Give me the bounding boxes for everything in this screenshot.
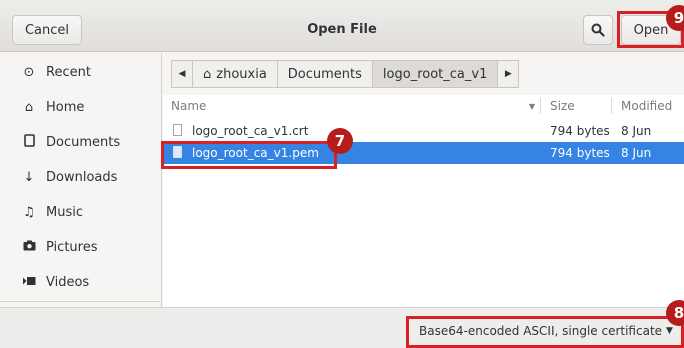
file-modified: 8 Jun xyxy=(621,146,652,160)
path-crumb-home[interactable]: ⌂ zhouxia xyxy=(192,60,278,88)
search-button[interactable] xyxy=(583,15,613,45)
path-crumb-label: logo_root_ca_v1 xyxy=(382,66,488,82)
highlight-selected-file xyxy=(161,141,337,169)
file-icon xyxy=(173,124,182,136)
file-list: Name ▼ Size Modified logo_root_ca_v1.crt… xyxy=(163,95,684,307)
places-sidebar: ⊙ Recent ⌂ Home Documents ↓ Downloads ♫ … xyxy=(0,53,162,307)
column-header-size[interactable]: Size xyxy=(550,95,610,117)
clock-icon: ⊙ xyxy=(23,64,35,80)
file-row[interactable]: logo_root_ca_v1.crt 794 bytes 8 Jun xyxy=(163,120,684,142)
path-crumb-label: zhouxia xyxy=(216,66,267,82)
sidebar-item-downloads[interactable]: ↓ Downloads xyxy=(0,160,160,194)
download-icon: ↓ xyxy=(23,169,35,185)
column-header-modified[interactable]: Modified xyxy=(621,95,684,117)
home-icon: ⌂ xyxy=(203,66,212,82)
sort-down-icon: ▼ xyxy=(528,101,535,111)
music-icon: ♫ xyxy=(23,204,35,220)
file-size: 794 bytes xyxy=(550,146,610,160)
path-bar: ◀ ⌂ zhouxia Documents logo_root_ca_v1 ▶ xyxy=(171,60,520,88)
sidebar-item-videos[interactable]: Videos xyxy=(0,265,160,299)
sidebar-item-pictures[interactable]: Pictures xyxy=(0,230,160,264)
sidebar-item-documents[interactable]: Documents xyxy=(0,125,160,159)
search-icon xyxy=(591,23,605,37)
annotation-badge-7: 7 xyxy=(327,128,353,154)
path-forward-button[interactable]: ▶ xyxy=(497,60,520,88)
sidebar-item-label: Downloads xyxy=(46,169,118,185)
column-divider xyxy=(611,98,612,114)
highlight-file-type-filter xyxy=(406,316,684,348)
sidebar-item-label: Pictures xyxy=(46,239,98,255)
camera-icon xyxy=(20,240,38,255)
column-divider xyxy=(540,98,541,114)
sidebar-item-label: Videos xyxy=(46,274,90,290)
sidebar-item-music[interactable]: ♫ Music xyxy=(0,195,160,229)
path-crumb-documents[interactable]: Documents xyxy=(276,60,373,88)
path-crumb-label: Documents xyxy=(287,66,362,82)
sidebar-item-recent[interactable]: ⊙ Recent xyxy=(0,55,160,89)
dialog-title: Open File xyxy=(307,22,377,37)
document-icon xyxy=(20,133,38,151)
video-icon xyxy=(20,275,38,290)
sidebar-item-label: Recent xyxy=(46,64,91,80)
column-label: Name xyxy=(171,99,207,113)
file-modified: 8 Jun xyxy=(621,124,652,138)
path-crumb-current[interactable]: logo_root_ca_v1 xyxy=(371,60,499,88)
sidebar-item-home[interactable]: ⌂ Home xyxy=(0,90,160,124)
file-name: logo_root_ca_v1.crt xyxy=(192,124,309,138)
sidebar-item-label: Home xyxy=(46,99,85,115)
file-size: 794 bytes xyxy=(550,124,610,138)
home-icon: ⌂ xyxy=(24,99,34,115)
column-header-name[interactable]: Name ▼ xyxy=(171,95,535,117)
path-back-button[interactable]: ◀ xyxy=(171,60,193,88)
column-label: Size xyxy=(550,99,575,113)
sidebar-divider xyxy=(0,301,160,302)
sidebar-item-label: Documents xyxy=(46,134,121,150)
column-label: Modified xyxy=(621,99,673,113)
sidebar-item-label: Music xyxy=(46,204,83,220)
